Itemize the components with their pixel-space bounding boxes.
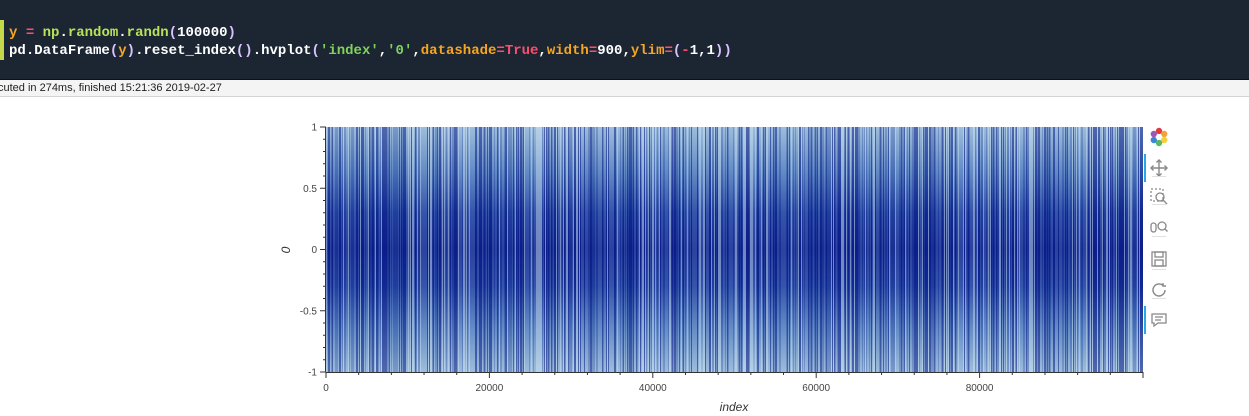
- y-tick-label: 1: [311, 123, 317, 134]
- tool-active-indicator: [1144, 306, 1146, 334]
- y-tick-label: -0.5: [300, 306, 318, 317]
- hover-icon[interactable]: [1148, 309, 1170, 331]
- x-tick-label: 40000: [639, 383, 667, 394]
- y-axis-label: 0: [279, 246, 293, 253]
- x-tick-label: 0: [323, 383, 329, 394]
- toolbar-separator: [1152, 298, 1166, 299]
- toolbar-separator: [1152, 176, 1166, 177]
- wheel-zoom-icon[interactable]: [1148, 216, 1170, 238]
- plot-toolbar: [1144, 124, 1176, 344]
- y-tick-label: 0.5: [303, 184, 317, 195]
- y-tick-label: -1: [308, 368, 317, 379]
- toolbar-separator: [1152, 269, 1166, 270]
- x-tick-label: 80000: [966, 383, 994, 394]
- datashaded-data: [326, 127, 1143, 372]
- x-tick-label: 20000: [475, 383, 503, 394]
- hvplot-chart[interactable]: 1 0.5 0 -0.5 -1 0 20000 40000 60000 80000 0 index: [0, 0, 1249, 416]
- tool-active-indicator: [1144, 154, 1146, 182]
- x-axis-label: index: [720, 400, 750, 414]
- toolbar-separator: [1152, 204, 1166, 205]
- bokeh-logo-icon: [1148, 126, 1170, 148]
- save-icon[interactable]: [1148, 248, 1170, 270]
- y-tick-label: 0: [311, 245, 317, 256]
- toolbar-separator: [1152, 236, 1166, 237]
- x-tick-label: 60000: [802, 383, 830, 394]
